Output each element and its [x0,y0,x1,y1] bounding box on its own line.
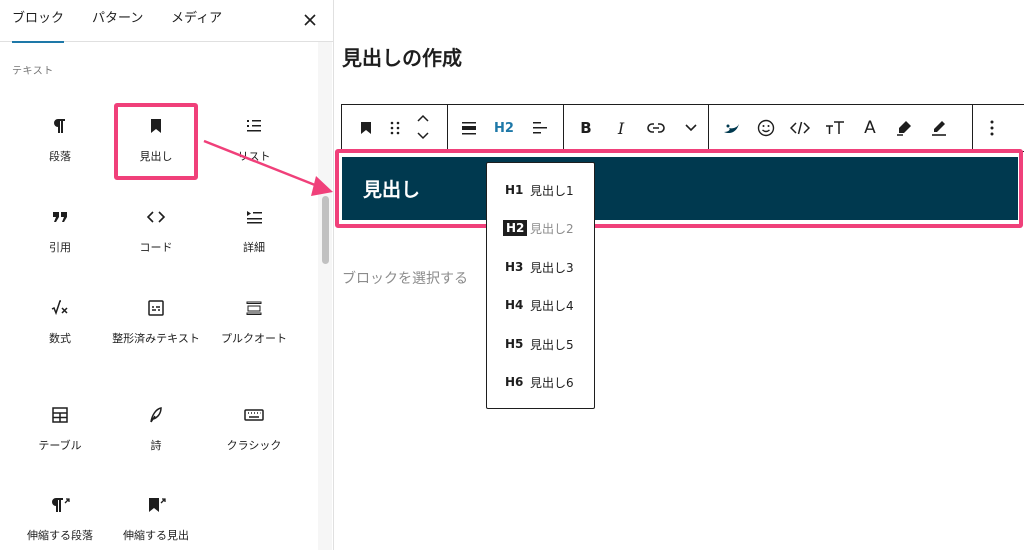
heading-level-option-h4[interactable]: H4 見出し4 [487,291,594,319]
app-root: ブロック パターン メディア テキスト 段落 見出し リスト 引用 コード 詳細… [0,0,1024,550]
heading-level-menu: H1 見出し1 H2 見出し2 H3 見出し3 H4 見出し4 H5 見出し5 … [486,162,595,409]
heading-level-option-h5[interactable]: H5 見出し5 [487,330,594,358]
heading-level-option-h6[interactable]: H6 見出し6 [487,368,594,396]
heading-level-option-h1[interactable]: H1 見出し1 [487,176,594,204]
heading-level-option-h3[interactable]: H3 見出し3 [487,253,594,281]
heading-level-option-h2[interactable]: H2 見出し2 [487,214,594,242]
